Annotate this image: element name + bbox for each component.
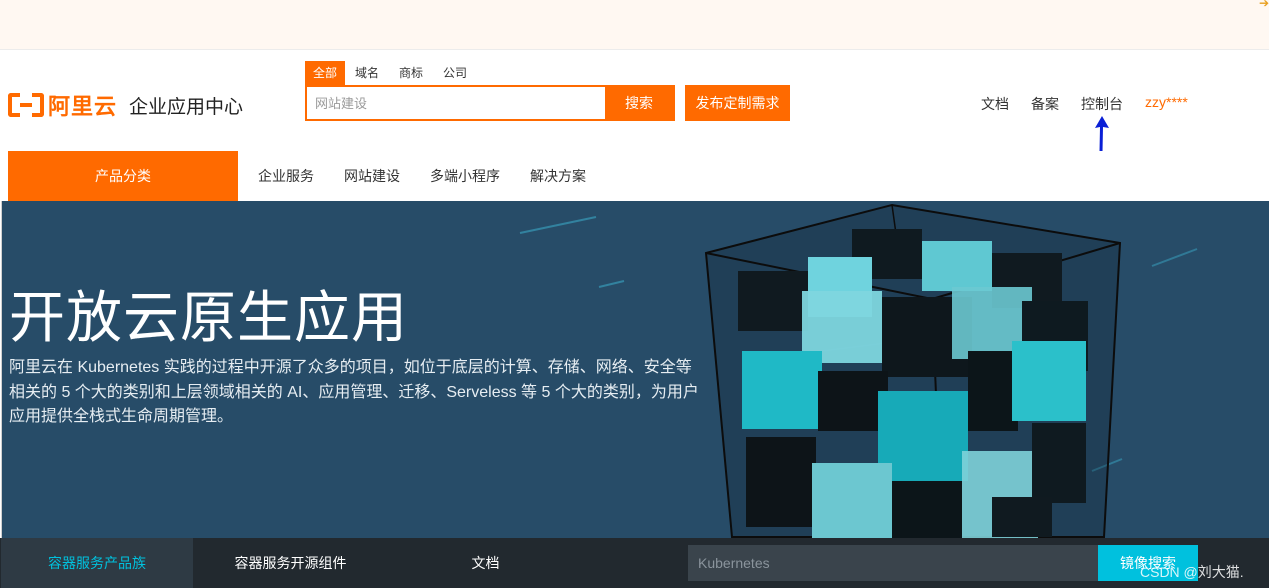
hero-banner: 开放云原生应用 阿里云在 Kubernetes 实践的过程中开源了众多的项目，如… xyxy=(1,201,1269,538)
nav-item-mini-programs[interactable]: 多端小程序 xyxy=(430,151,500,201)
search-button[interactable]: 搜索 xyxy=(605,87,673,119)
product-category-button[interactable]: 产品分类 xyxy=(8,151,238,201)
search-tab-trademark[interactable]: 商标 xyxy=(389,61,433,85)
filing-link[interactable]: 备案 xyxy=(1031,94,1059,114)
hero-description: 阿里云在 Kubernetes 实践的过程中开源了众多的项目，如位于底层的计算、… xyxy=(9,359,699,425)
logo[interactable]: 阿里云 企业应用中心 xyxy=(8,91,243,119)
tab-container-products[interactable]: 容器服务产品族 xyxy=(1,538,193,588)
nav-item-enterprise-services[interactable]: 企业服务 xyxy=(258,151,314,201)
search-input[interactable] xyxy=(307,87,605,119)
search-box: 搜索 xyxy=(305,85,675,121)
console-link[interactable]: 控制台 xyxy=(1081,94,1123,114)
hero-title: 开放云原生应用 xyxy=(9,286,408,349)
search-tab-company[interactable]: 公司 xyxy=(433,61,477,85)
bottom-bar: 容器服务产品族 容器服务开源组件 文档 镜像搜索 xyxy=(0,538,1269,588)
main-nav: 产品分类 企业服务 网站建设 多端小程序 解决方案 xyxy=(0,151,1269,201)
nav-item-solutions[interactable]: 解决方案 xyxy=(530,151,586,201)
search-tab-domain[interactable]: 域名 xyxy=(345,61,389,85)
user-account-link[interactable]: zzy**** xyxy=(1145,94,1188,114)
header-right-links: 文档 备案 控制台 zzy**** xyxy=(981,94,1188,114)
logo-brand: 阿里云 xyxy=(48,94,118,119)
nav-item-website-building[interactable]: 网站建设 xyxy=(344,151,400,201)
logo-subtitle: 企业应用中心 xyxy=(129,96,244,118)
watermark: CSDN @刘大猫. xyxy=(1140,564,1244,580)
cube-illustration xyxy=(704,203,1122,538)
search-tabs: 全部 域名 商标 公司 xyxy=(305,61,477,85)
docs-link[interactable]: 文档 xyxy=(981,94,1009,114)
top-strip: ➔ xyxy=(0,0,1269,50)
aliyun-logo-icon xyxy=(8,93,44,117)
header: 阿里云 企业应用中心 全部 域名 商标 公司 搜索 发布定制需求 文档 备案 控… xyxy=(0,51,1269,151)
publish-requirement-button[interactable]: 发布定制需求 xyxy=(685,85,790,121)
tab-open-source-components[interactable]: 容器服务开源组件 xyxy=(193,538,388,588)
tab-docs[interactable]: 文档 xyxy=(388,538,583,588)
search-tab-all[interactable]: 全部 xyxy=(305,61,346,85)
arrow-fragment-icon: ➔ xyxy=(1258,0,1269,10)
image-search-input[interactable] xyxy=(688,545,1098,581)
